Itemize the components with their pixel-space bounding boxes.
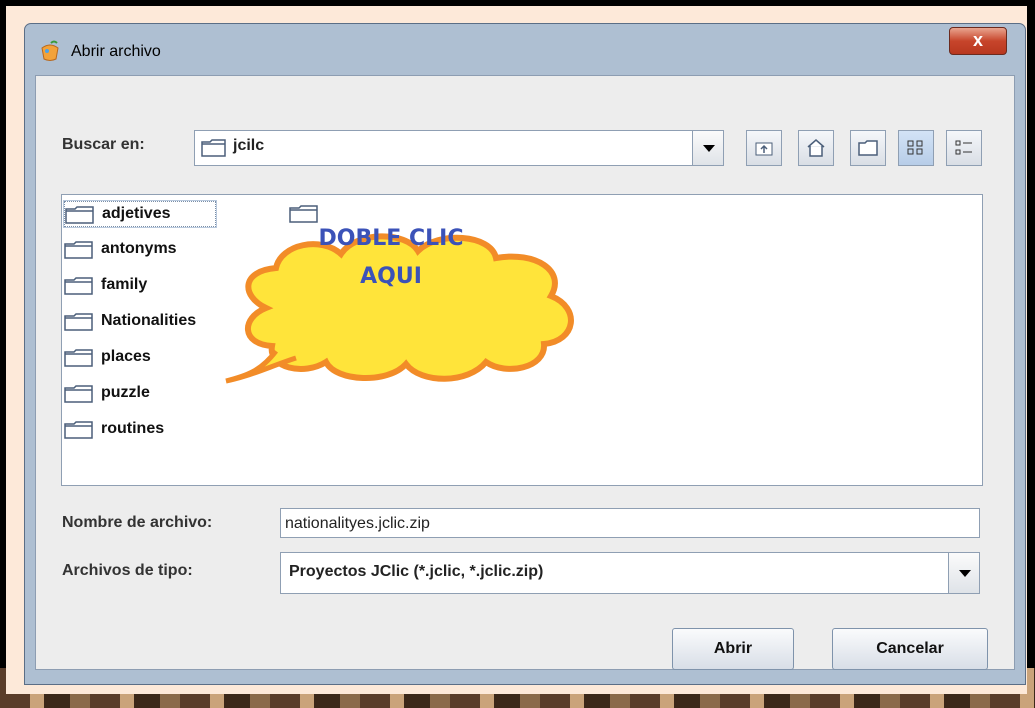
- list-view-button[interactable]: [898, 130, 934, 166]
- up-folder-icon: [755, 142, 773, 156]
- list-item-label: Nationalities: [101, 312, 197, 329]
- list-item-label: puzzle: [101, 384, 150, 401]
- folder-icon: [201, 139, 226, 157]
- list-view-icon: [907, 140, 923, 155]
- look-in-value: jcilc: [233, 137, 265, 154]
- list-item-label: family: [101, 276, 148, 293]
- open-button[interactable]: Abrir: [672, 628, 794, 670]
- list-item-label: routines: [101, 420, 165, 437]
- look-in-label: Buscar en:: [62, 136, 145, 153]
- look-in-combo[interactable]: jcilc: [194, 130, 724, 166]
- folder-icon: [65, 206, 94, 224]
- list-item-label: antonyms: [101, 240, 177, 257]
- filetype-dropdown-arrow[interactable]: [948, 553, 979, 593]
- folder-icon: [64, 277, 93, 295]
- annotation-line2: AQUI: [360, 264, 422, 289]
- list-item-label: adjetives: [102, 205, 171, 222]
- filename-label: Nombre de archivo:: [62, 514, 213, 531]
- folder-icon: [64, 349, 93, 367]
- dialog-content: Buscar en: jcilc adjetives antonyms fami…: [35, 75, 1015, 670]
- app-icon: [41, 40, 59, 61]
- list-item[interactable]: routines: [64, 417, 244, 441]
- details-view-button[interactable]: [946, 130, 982, 166]
- list-item-partial[interactable]: [289, 201, 319, 225]
- list-item-label: places: [101, 348, 151, 365]
- folder-icon: [64, 241, 93, 259]
- new-folder-icon: [858, 140, 878, 156]
- up-folder-button[interactable]: [746, 130, 782, 166]
- cancel-button[interactable]: Cancelar: [832, 628, 988, 670]
- home-button[interactable]: [798, 130, 834, 166]
- annotation-line1: DOBLE CLIC: [318, 226, 464, 251]
- folder-icon: [289, 205, 318, 223]
- list-item[interactable]: adjetives: [63, 200, 217, 228]
- folder-icon: [64, 421, 93, 439]
- new-folder-button[interactable]: [850, 130, 886, 166]
- filetype-combo[interactable]: Proyectos JClic (*.jclic, *.jclic.zip): [280, 552, 980, 594]
- title-bar: Abrir archivo x: [25, 24, 1025, 74]
- annotation-cloud: [225, 233, 574, 384]
- look-in-dropdown-arrow[interactable]: [692, 131, 723, 165]
- folder-icon: [64, 385, 93, 403]
- open-file-dialog: Abrir archivo x Buscar en: jcilc adjetiv…: [24, 23, 1026, 685]
- folder-icon: [64, 313, 93, 331]
- window-title: Abrir archivo: [71, 43, 161, 60]
- filetype-label: Archivos de tipo:: [62, 562, 193, 579]
- details-view-icon: [955, 140, 972, 155]
- close-button[interactable]: x: [949, 27, 1007, 55]
- filename-input[interactable]: nationalityes.jclic.zip: [280, 508, 980, 538]
- home-icon: [807, 139, 825, 157]
- filetype-value: Proyectos JClic (*.jclic, *.jclic.zip): [289, 563, 544, 580]
